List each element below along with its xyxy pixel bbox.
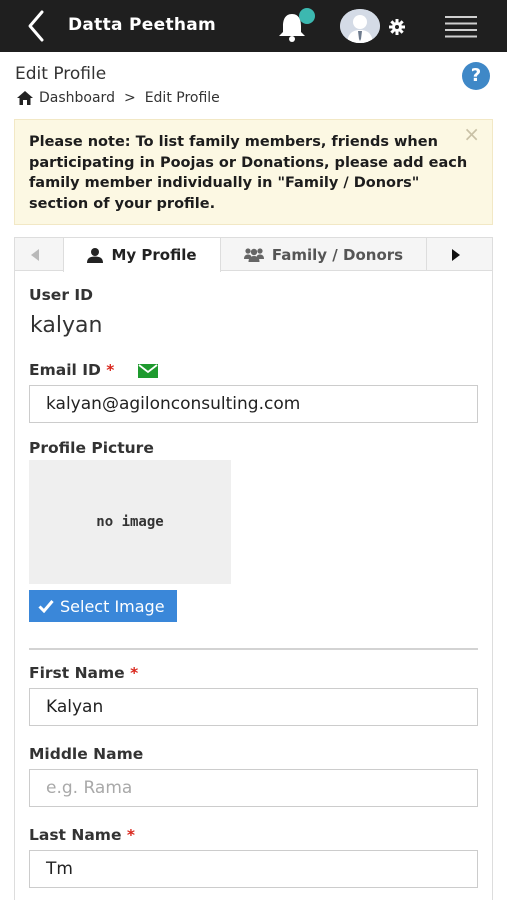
select-image-button[interactable]: Select Image: [29, 590, 177, 622]
last-name-label-text: Last Name: [29, 826, 122, 844]
first-name-label: First Name *: [29, 664, 138, 682]
no-image-text: no image: [96, 514, 164, 530]
tab-label: My Profile: [111, 246, 197, 264]
settings-button[interactable]: [387, 17, 407, 37]
check-icon: [38, 600, 54, 613]
family-note-alert: Please note: To list family members, fri…: [14, 119, 493, 225]
breadcrumb: Dashboard > Edit Profile: [17, 90, 220, 106]
alert-close-button[interactable]: ×: [463, 122, 480, 146]
email-field[interactable]: kalyan@agilonconsulting.com: [29, 385, 478, 423]
back-button[interactable]: [22, 8, 52, 44]
hamburger-icon: [445, 16, 477, 38]
required-marker: *: [130, 664, 139, 682]
caret-left-icon: [31, 248, 39, 261]
email-label-text: Email ID: [29, 361, 101, 379]
section-divider: [29, 648, 478, 650]
bell-icon: [279, 8, 315, 42]
help-button[interactable]: ?: [462, 62, 490, 90]
profile-picture-label: Profile Picture: [29, 439, 154, 457]
required-marker: *: [106, 361, 115, 379]
user-icon: [87, 247, 104, 263]
page-title: Edit Profile: [15, 64, 107, 84]
middle-name-field[interactable]: e.g. Rama: [29, 769, 478, 807]
select-image-label: Select Image: [60, 596, 165, 616]
tab-label: Family / Donors: [271, 245, 404, 264]
menu-button[interactable]: [443, 14, 479, 40]
gear-icon: [389, 19, 405, 35]
middle-name-label: Middle Name: [29, 745, 144, 763]
caret-right-icon: [452, 248, 460, 261]
user-id-value: kalyan: [30, 313, 103, 338]
home-icon: [17, 91, 33, 105]
breadcrumb-current: Edit Profile: [144, 90, 220, 106]
user-id-label: User ID: [29, 286, 93, 304]
profile-tabs: My Profile Family / Donors: [14, 237, 493, 272]
chevron-left-icon: [28, 10, 44, 42]
last-name-field[interactable]: Tm: [29, 850, 478, 888]
top-bar: Datta Peetham: [0, 0, 507, 52]
last-name-label: Last Name *: [29, 826, 135, 844]
user-avatar[interactable]: [340, 9, 380, 43]
breadcrumb-separator: >: [123, 90, 136, 106]
required-marker: *: [126, 826, 135, 844]
first-name-field[interactable]: Kalyan: [29, 688, 478, 726]
breadcrumb-dashboard-link[interactable]: Dashboard: [39, 90, 115, 106]
notifications-button[interactable]: [275, 8, 315, 44]
tab-family-donors[interactable]: Family / Donors: [221, 238, 427, 271]
alert-text: Please note: To list family members, fri…: [29, 134, 468, 212]
tab-scroll-prev[interactable]: [15, 238, 63, 271]
tab-scroll-next[interactable]: [427, 238, 493, 271]
tab-my-profile[interactable]: My Profile: [63, 238, 221, 272]
envelope-icon: [138, 364, 158, 378]
profile-picture-preview: no image: [29, 460, 231, 584]
email-label: Email ID *: [29, 361, 114, 379]
first-name-label-text: First Name: [29, 664, 125, 682]
users-icon: [243, 248, 264, 262]
user-avatar-icon: [340, 9, 380, 43]
app-title: Datta Peetham: [68, 15, 217, 35]
